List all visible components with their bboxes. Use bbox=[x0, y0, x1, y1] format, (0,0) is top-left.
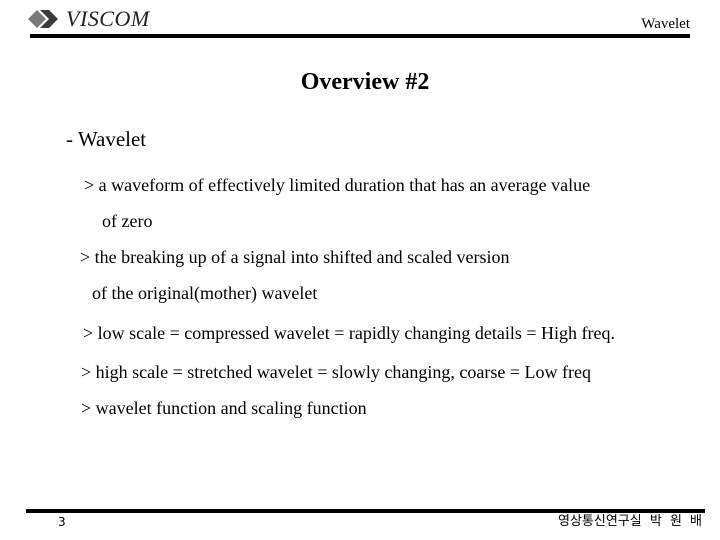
header-divider bbox=[30, 34, 690, 38]
section-label: Wavelet bbox=[641, 16, 690, 32]
bullet-line: of zero bbox=[102, 211, 153, 231]
bullet-line: > a waveform of effectively limited dura… bbox=[84, 175, 591, 195]
logo-text: VISCOM bbox=[66, 6, 150, 31]
bullet-heading: - Wavelet bbox=[66, 127, 147, 151]
bullet-line: > wavelet function and scaling function bbox=[81, 398, 367, 418]
footer-author: 영상통신연구실 박 원 배 bbox=[558, 514, 702, 529]
bullet-line: > low scale = compressed wavelet = rapid… bbox=[83, 323, 615, 343]
bullet-line: > the breaking up of a signal into shift… bbox=[80, 247, 510, 267]
slide-title: Overview #2 bbox=[300, 69, 430, 95]
footer-divider bbox=[26, 509, 705, 513]
page-number: 3 bbox=[58, 515, 66, 529]
bullet-line: > high scale = stretched wavelet = slowl… bbox=[81, 362, 591, 382]
double-diamond-arrow-icon bbox=[28, 10, 58, 28]
bullet-line: of the original(mother) wavelet bbox=[92, 283, 318, 303]
viscom-logo: VISCOM bbox=[28, 7, 150, 31]
